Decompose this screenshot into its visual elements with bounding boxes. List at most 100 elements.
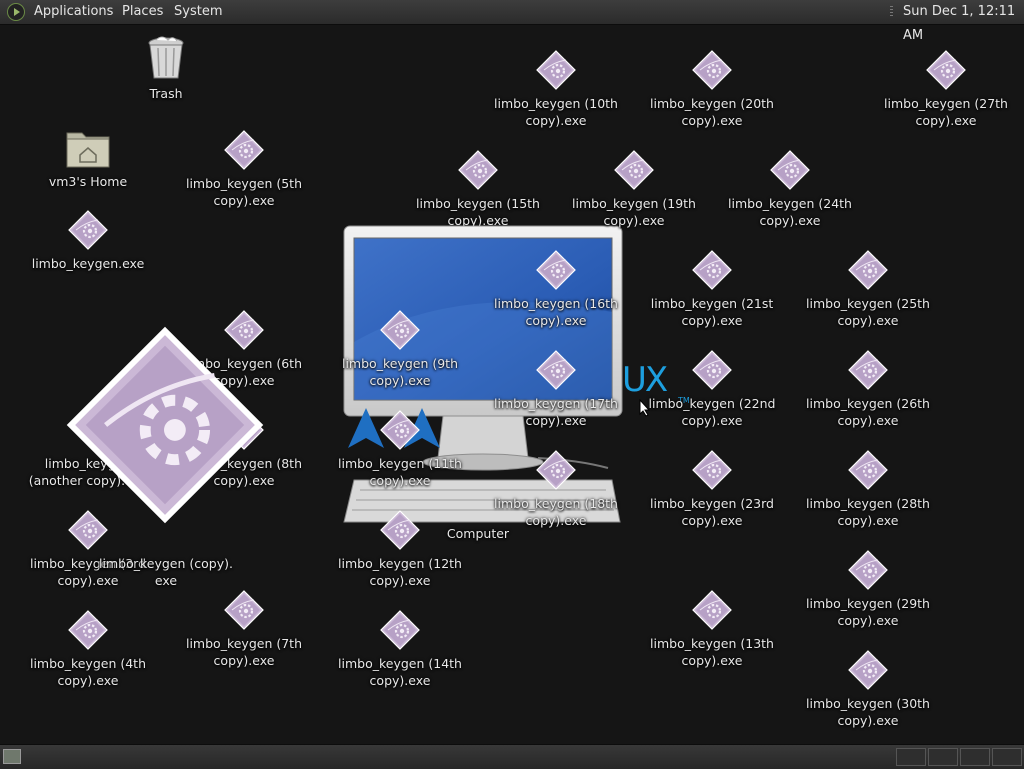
desktop-icon-label: limbo_keygen.exe <box>31 256 145 271</box>
exe-file-icon <box>614 150 654 190</box>
desktop-icon-exe[interactable]: limbo_keygen.exe <box>18 210 158 272</box>
desktop-icon-label: limbo_keygen (8th copy).exe <box>185 456 302 488</box>
desktop-icon-label: limbo_keygen (13th copy).exe <box>650 636 774 668</box>
exe-file-icon <box>536 350 576 390</box>
exe-file-icon <box>692 590 732 630</box>
exe-file-icon <box>380 410 420 450</box>
desktop-icon-label: limbo_keygen (6th copy).exe <box>185 356 302 388</box>
desktop-icon-label: limbo_keygen (23rd copy).exe <box>650 496 774 528</box>
desktop-icon-exe[interactable]: limbo_keygen (24th copy).exe <box>720 150 860 229</box>
desktop-icon-exe[interactable]: limbo_keygen (15th copy).exe <box>408 150 548 229</box>
desktop-icon-exe[interactable]: limbo_keygen (9th copy).exe <box>330 310 470 389</box>
bottom-panel <box>0 744 1024 769</box>
desktop-icon-exe[interactable]: limbo_keygen (5th copy).exe <box>174 130 314 209</box>
desktop-icon-exe[interactable]: limbo_keygen (18th copy).exe <box>486 450 626 529</box>
desktop-icon-exe[interactable]: limbo_keygen (25th copy).exe <box>798 250 938 329</box>
exe-file-icon <box>536 50 576 90</box>
desktop-icon-label: limbo_keygen (26th copy).exe <box>806 396 930 428</box>
exe-file-icon <box>380 610 420 650</box>
desktop-icon-exe[interactable]: limbo_keygen (4th copy).exe <box>18 610 158 689</box>
panel-handle-icon[interactable] <box>890 6 893 18</box>
desktop-icon-label: limbo_keygen (5th copy).exe <box>185 176 302 208</box>
exe-file-icon <box>380 310 420 350</box>
desktop-icon-exe[interactable]: limbo_keygen (20th copy).exe <box>642 50 782 129</box>
workspace-4[interactable] <box>992 748 1022 766</box>
desktop-icon-label: limbo_keygen (19th copy).exe <box>572 196 696 228</box>
desktop-icon-exe[interactable]: limbo_keygen (22nd copy).exe <box>642 350 782 429</box>
desktop-icon-exe[interactable]: limbo_keygen (19th copy).exe <box>564 150 704 229</box>
desktop-icon-exe[interactable]: limbo_keygen (13th copy).exe <box>642 590 782 669</box>
desktop-icon-label: vm3's Home <box>48 174 128 189</box>
desktop-icon-label: limbo_keygen (7th copy).exe <box>185 636 302 668</box>
desktop-icon-label: limbo_keygen (copy). exe <box>99 556 233 588</box>
desktop-icon-label: limbo_keygen (16th copy).exe <box>494 296 618 328</box>
top-panel: Applications Places System Sun Dec 1, 12… <box>0 0 1024 43</box>
workspace-2[interactable] <box>928 748 958 766</box>
desktop-icon-label: limbo_keygen (another copy).exe <box>28 456 148 488</box>
desktop-icon-label: limbo_keygen (15th copy).exe <box>416 196 540 228</box>
exe-file-icon <box>692 250 732 290</box>
desktop-icon-label: limbo_keygen (30th copy).exe <box>806 696 930 728</box>
desktop-icon-exe[interactable]: limbo_keygen (16th copy).exe <box>486 250 626 329</box>
desktop-icon-exe[interactable]: limbo_keygen (30th copy).exe <box>798 650 938 729</box>
desktop-icon-exe[interactable]: limbo_keygen (29th copy).exe <box>798 550 938 629</box>
desktop-icon-trash[interactable]: Trash <box>96 36 236 102</box>
desktop-icon-exe[interactable]: limbo_keygen (copy). exe <box>96 510 236 589</box>
desktop-icon-exe[interactable]: limbo_keygen (7th copy).exe <box>174 590 314 669</box>
desktop-icon-exe[interactable]: limbo_keygen (28th copy).exe <box>798 450 938 529</box>
desktop-icon-label: limbo_keygen (21st copy).exe <box>650 296 774 328</box>
desktop-icon-exe[interactable]: limbo_keygen (17th copy).exe <box>486 350 626 429</box>
desktop-icon-label: limbo_keygen (9th copy).exe <box>341 356 458 388</box>
exe-file-icon <box>68 610 108 650</box>
exe-file-icon <box>224 410 264 450</box>
desktop-icon-exe[interactable]: limbo_keygen (8th copy).exe <box>174 410 314 489</box>
desktop-icon-label: limbo_keygen (10th copy).exe <box>494 96 618 128</box>
desktop-icon-exe[interactable]: limbo_keygen (another copy).exe <box>18 410 158 489</box>
desktop-icon-exe[interactable]: limbo_keygen (11th copy).exe <box>330 410 470 489</box>
exe-file-icon <box>224 310 264 350</box>
desktop-icon-label: limbo_keygen (29th copy).exe <box>806 596 930 628</box>
mouse-pointer-icon <box>639 399 651 417</box>
desktop-icon-home[interactable]: vm3's Home <box>18 128 158 190</box>
desktop-icon-exe[interactable]: limbo_keygen (21st copy).exe <box>642 250 782 329</box>
desktop-icon-exe[interactable]: limbo_keygen (6th copy).exe <box>174 310 314 389</box>
desktop-icon-exe[interactable]: limbo_keygen (14th copy).exe <box>330 610 470 689</box>
desktop-icon-label: limbo_keygen (12th copy).exe <box>338 556 462 588</box>
exe-file-icon <box>848 350 888 390</box>
menu-system[interactable]: System <box>170 0 226 24</box>
exe-file-icon <box>458 150 498 190</box>
exe-file-icon <box>224 590 264 630</box>
exe-file-icon <box>380 510 420 550</box>
exe-file-icon <box>68 210 108 250</box>
desktop-icon-label: limbo_keygen (27th copy).exe <box>884 96 1008 128</box>
exe-file-icon <box>848 550 888 590</box>
workspace-1[interactable] <box>896 748 926 766</box>
exe-file-icon <box>848 450 888 490</box>
desktop-icon-exe[interactable]: limbo_keygen (27th copy).exe <box>876 50 1016 129</box>
home-folder-icon <box>66 132 110 168</box>
exe-file-icon <box>692 450 732 490</box>
exe-file-icon <box>224 130 264 170</box>
desktop-icon-label: limbo_keygen (18th copy).exe <box>494 496 618 528</box>
distro-logo-icon[interactable] <box>7 3 25 21</box>
exe-file-icon <box>692 50 732 90</box>
menu-places[interactable]: Places <box>118 0 167 24</box>
exe-file-icon <box>692 350 732 390</box>
desktop-icon-exe[interactable]: limbo_keygen (10th copy).exe <box>486 50 626 129</box>
exe-file-icon <box>536 450 576 490</box>
desktop-icon-label: limbo_keygen (22nd copy).exe <box>648 396 776 428</box>
menu-applications[interactable]: Applications <box>30 0 117 24</box>
exe-file-icon <box>848 250 888 290</box>
desktop-icon-label: limbo_keygen (11th copy).exe <box>338 456 462 488</box>
clock[interactable]: Sun Dec 1, 12:11 AM <box>903 0 1024 43</box>
desktop-icon-exe[interactable]: limbo_keygen (12th copy).exe <box>330 510 470 589</box>
desktop-icon-label: limbo_keygen (25th copy).exe <box>806 296 930 328</box>
show-desktop-icon[interactable] <box>3 749 21 764</box>
workspace-3[interactable] <box>960 748 990 766</box>
desktop-icon-exe[interactable]: limbo_keygen (23rd copy).exe <box>642 450 782 529</box>
desktop-icon-exe[interactable]: limbo_keygen (26th copy).exe <box>798 350 938 429</box>
exe-file-icon <box>848 650 888 690</box>
desktop-icon-label: limbo_keygen (4th copy).exe <box>29 656 146 688</box>
desktop-icon-label: limbo_keygen (17th copy).exe <box>494 396 618 428</box>
exe-file-icon <box>536 250 576 290</box>
